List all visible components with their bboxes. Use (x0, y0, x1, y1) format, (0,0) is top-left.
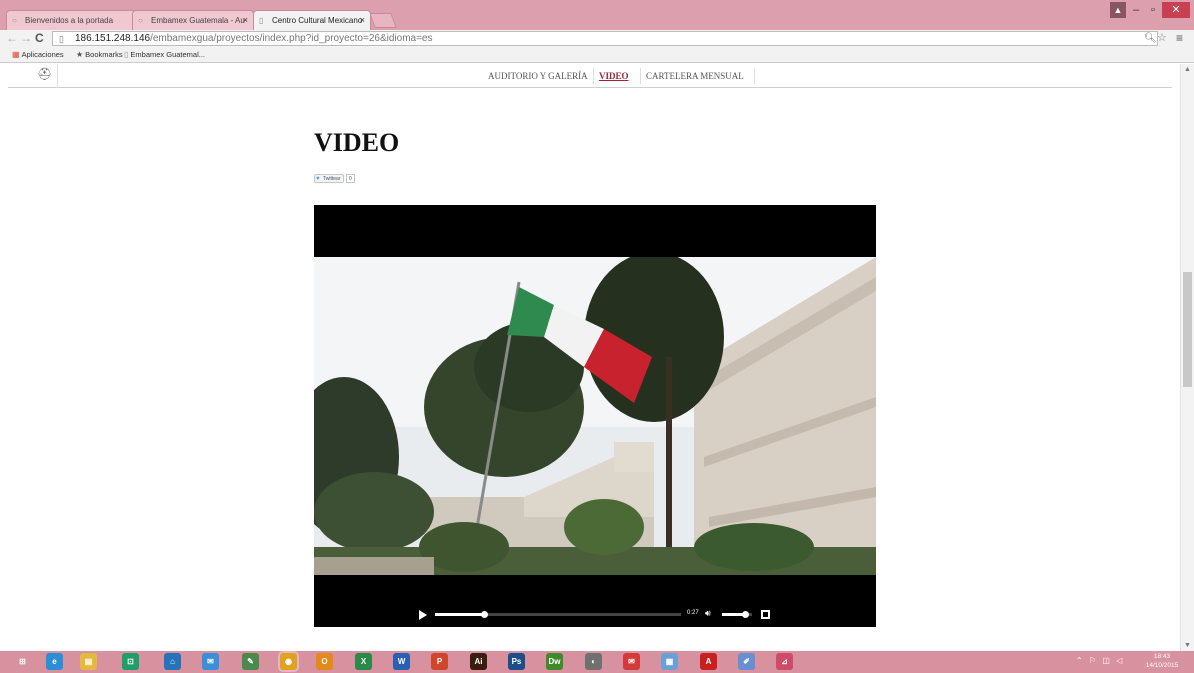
divider (640, 68, 641, 84)
close-window-button[interactable]: ✕ (1162, 2, 1190, 18)
progress-handle[interactable] (481, 611, 489, 618)
url-host: 186.151.248.146 (75, 33, 151, 44)
tab-title: Bienvenidos a la portada (25, 16, 114, 25)
video-controls: 0:27 🔊︎ (314, 607, 876, 623)
fullscreen-icon[interactable] (761, 610, 770, 619)
disk-icon[interactable]: ◐ (585, 653, 602, 670)
star-icon: ★ (76, 50, 84, 59)
back-arrow-icon[interactable]: ← (6, 30, 18, 47)
nav-video[interactable]: VIDEO (599, 64, 629, 88)
divider (754, 68, 755, 84)
maximize-button[interactable]: ▫ (1145, 2, 1161, 18)
volume-handle[interactable] (741, 611, 749, 618)
twitter-bird-icon: ♥ (316, 176, 320, 182)
clock[interactable]: 18:43 14/10/2015 (1134, 652, 1190, 670)
excel-icon[interactable]: X (355, 653, 372, 670)
progress-fill (435, 613, 485, 616)
pen-icon[interactable]: ✎ (242, 653, 259, 670)
acrobat-icon[interactable]: A (700, 653, 717, 670)
video-scene (314, 257, 876, 575)
tab-title: Embamex Guatemala - Au (151, 16, 245, 25)
ie-icon[interactable]: e (46, 653, 63, 670)
forward-arrow-icon[interactable]: → (20, 30, 32, 47)
bookmark-star-icon[interactable]: ☆ (1157, 30, 1167, 47)
volume-slider[interactable] (722, 611, 752, 618)
clock-time: 18:43 (1153, 653, 1171, 660)
play-icon[interactable] (419, 610, 427, 620)
bookmark-embamex[interactable]: ▯ Embamex Guatemal... (124, 50, 205, 59)
clock-date: 14/10/2015 (1145, 662, 1179, 669)
tab-title: Centro Cultural Mexicano (272, 16, 363, 25)
browser-tab-bar: ○ Bienvenidos a la portada × ○ Embamex G… (0, 0, 1194, 30)
chrome-icon[interactable]: ◉ (280, 653, 297, 670)
apps-grid-icon: ▦ (12, 50, 20, 59)
graph-icon[interactable]: ⊿ (776, 653, 793, 670)
word-icon[interactable]: W (393, 653, 410, 670)
divider (593, 68, 594, 84)
tab-embamex[interactable]: ○ Embamex Guatemala - Au × (132, 10, 254, 30)
explorer-icon[interactable]: ▤ (80, 653, 97, 670)
site-logo-icon[interactable]: ⛑ (37, 67, 52, 81)
calculator-icon[interactable]: ▦ (661, 653, 678, 670)
current-time: 0:27 (687, 610, 699, 616)
new-tab-button[interactable] (369, 13, 397, 28)
close-tab-icon[interactable]: × (360, 15, 365, 25)
system-tray[interactable]: ⌃ ⚐ ◫ ◁ (1076, 656, 1124, 665)
close-tab-icon[interactable]: × (243, 15, 248, 25)
messenger-icon[interactable]: ✉ (623, 653, 640, 670)
page-icon: ▯ (124, 50, 129, 59)
tweet-count: 0 (346, 174, 355, 183)
illustrator-icon[interactable]: Ai (470, 653, 487, 670)
volume-icon[interactable]: 🔊︎ (705, 608, 711, 619)
url-path: /embamexgua/proyectos/index.php?id_proye… (150, 33, 433, 44)
page-icon: ○ (12, 16, 17, 25)
minimize-button[interactable]: – (1128, 2, 1144, 18)
tab-bienvenidos[interactable]: ○ Bienvenidos a la portada × (6, 10, 146, 30)
scroll-thumb[interactable] (1183, 272, 1192, 387)
browser-toolbar: ← → C ▯ 186.151.248.146/embamexgua/proyec… (0, 30, 1194, 47)
bookmarks-bar: ▦ Aplicaciones ★ Bookmarks ▯ Embamex Guatem… (0, 47, 1194, 63)
address-bar[interactable]: ▯ 186.151.248.146/embamexgua/proyectos/in… (52, 31, 1158, 46)
user-icon[interactable]: ▲ (1110, 2, 1126, 18)
store-icon[interactable]: ⊡ (122, 653, 139, 670)
nav-cartelera-mensual[interactable]: CARTELERA MENSUAL (646, 64, 744, 88)
bookmark-apps[interactable]: ▦ Aplicaciones (12, 50, 64, 59)
web-page: ⛑ AUDITORIO Y GALERÍA VIDEO CARTELERA ME… (0, 64, 1180, 651)
page-icon: ▯ (59, 34, 64, 44)
dreamweaver-icon[interactable]: Dw (546, 653, 563, 670)
scroll-up-icon[interactable]: ▲ (1184, 66, 1191, 73)
progress-bar[interactable] (435, 611, 681, 618)
video-player[interactable]: 0:27 🔊︎ (314, 205, 876, 627)
start-icon[interactable]: ⊞ (14, 653, 31, 670)
mail-icon[interactable]: ✉ (202, 653, 219, 670)
divider (57, 64, 58, 88)
zoom-icon[interactable]: 🔍︎ (1144, 30, 1157, 47)
nav-auditorio-galeria[interactable]: AUDITORIO Y GALERÍA (488, 64, 588, 88)
reload-icon[interactable]: C (35, 30, 44, 47)
bookmark-bookmarks[interactable]: ★ Bookmarks (76, 50, 123, 59)
video-frame[interactable] (314, 257, 876, 575)
tab-centro-cultural[interactable]: ▯ Centro Cultural Mexicano × (253, 10, 371, 30)
page-title: VIDEO (314, 128, 400, 157)
windows-taskbar: ⊞ e ▤ ⊡ ⌂ ✉ ✎ ◉ O X W P Ai Ps Dw ◐ ✉ ▦ A ✐ ⊿ ⌃ ⚐ ◫ ◁ 18:43 1… (0, 651, 1194, 673)
tweet-button[interactable]: ♥ Twittear (314, 174, 344, 183)
scroll-down-icon[interactable]: ▼ (1184, 642, 1191, 649)
paint-icon[interactable]: ✐ (738, 653, 755, 670)
photoshop-icon[interactable]: Ps (508, 653, 525, 670)
page-icon: ○ (138, 16, 143, 25)
page-scrollbar[interactable]: ▲ ▼ (1180, 64, 1194, 651)
site-navigation: ⛑ AUDITORIO Y GALERÍA VIDEO CARTELERA ME… (8, 64, 1172, 88)
home-icon[interactable]: ⌂ (164, 653, 181, 670)
powerpoint-icon[interactable]: P (431, 653, 448, 670)
page-icon: ▯ (259, 16, 264, 25)
menu-icon[interactable]: ≡ (1176, 30, 1183, 47)
outlook-icon[interactable]: O (316, 653, 333, 670)
